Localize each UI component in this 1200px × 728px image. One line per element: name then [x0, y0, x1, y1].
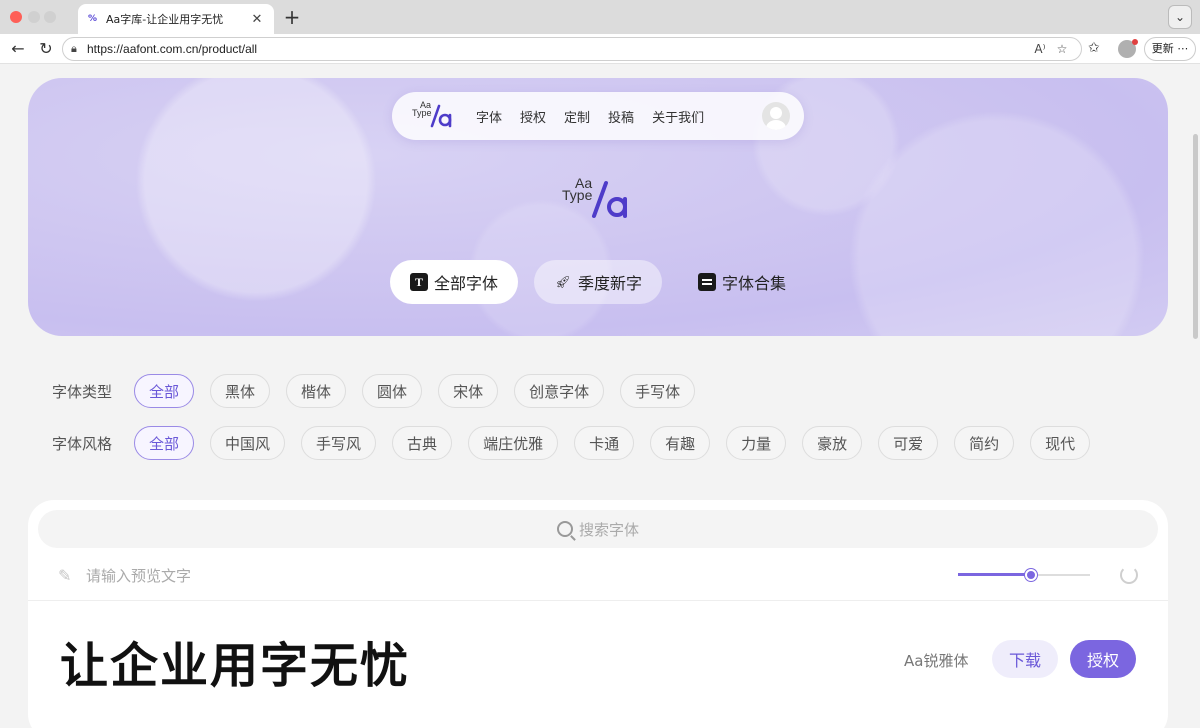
chip-style-classic[interactable]: 古典: [392, 426, 453, 460]
back-arrow-icon[interactable]: ←: [8, 39, 28, 58]
close-tab-icon[interactable]: ✕: [250, 12, 264, 27]
filter-type-label: 字体类型: [52, 382, 113, 401]
notification-dot: [1132, 39, 1138, 45]
chip-style-chinese[interactable]: 中国风: [210, 426, 286, 460]
lock-icon: 🔒︎: [71, 42, 77, 55]
chip-style-power[interactable]: 力量: [726, 426, 787, 460]
read-aloud-icon[interactable]: A⁾: [1029, 42, 1051, 56]
search-placeholder: 搜索字体: [578, 520, 639, 539]
browser-tab-bar: % Aa字库-让企业用字无忧 ✕ + ⌄: [0, 0, 1200, 34]
font-name[interactable]: Aa锐雅体: [904, 650, 968, 671]
filter-style-label: 字体风格: [52, 434, 113, 453]
top-nav: Aa Type 字体 授权 定制 投稿 关于我们: [392, 92, 804, 140]
chip-style-handwritten[interactable]: 手写风: [301, 426, 377, 460]
chip-type-kai[interactable]: 楷体: [286, 374, 347, 408]
browser-tab[interactable]: % Aa字库-让企业用字无忧 ✕: [78, 4, 274, 34]
chip-style-elegant[interactable]: 端庄优雅: [468, 426, 559, 460]
hero-banner: Aa Type 字体 授权 定制 投稿 关于我们 Aa Type T 全部字体 …: [28, 78, 1168, 336]
close-window-button[interactable]: [10, 11, 22, 23]
chip-style-bold[interactable]: 豪放: [802, 426, 863, 460]
new-tab-button[interactable]: +: [282, 5, 302, 29]
chip-type-handwriting[interactable]: 手写体: [620, 374, 696, 408]
reload-icon[interactable]: ↻: [36, 39, 56, 58]
search-input[interactable]: 搜索字体: [38, 510, 1158, 548]
site-favicon-icon: %: [88, 14, 98, 24]
preview-text-input[interactable]: 请输入预览文字: [86, 565, 958, 586]
text-t-icon: T: [410, 273, 428, 291]
chip-type-yuan[interactable]: 圆体: [362, 374, 423, 408]
slider-fill: [958, 573, 1031, 576]
hero-logo: Aa Type: [562, 176, 634, 224]
download-button[interactable]: 下载: [992, 640, 1058, 678]
tab-new-season[interactable]: 🚀︎ 季度新字: [534, 260, 663, 304]
logo-mark-icon: [430, 104, 452, 128]
nav-link-fonts[interactable]: 字体: [476, 107, 502, 126]
nav-link-submit[interactable]: 投稿: [608, 107, 634, 126]
license-button[interactable]: 授权: [1070, 640, 1136, 678]
chip-style-fun[interactable]: 有趣: [650, 426, 711, 460]
list-card-icon: [698, 273, 717, 291]
font-size-slider[interactable]: [958, 568, 1090, 582]
tab-collections[interactable]: 字体合集: [678, 260, 806, 304]
tab-collections-label: 字体合集: [722, 274, 787, 293]
tab-all-fonts[interactable]: T 全部字体: [390, 260, 519, 304]
pencil-icon: ✎: [58, 565, 72, 585]
url-text[interactable]: https://aafont.com.cn/product/all: [87, 42, 1029, 56]
slider-knob[interactable]: [1024, 569, 1037, 581]
nav-link-custom[interactable]: 定制: [564, 107, 590, 126]
filter-row-style: 字体风格 全部 中国风 手写风 古典 端庄优雅 卡通 有趣 力量 豪放 可爱 简…: [52, 426, 1106, 460]
category-tabs: T 全部字体 🚀︎ 季度新字 字体合集: [390, 260, 822, 304]
chip-type-creative[interactable]: 创意字体: [514, 374, 605, 408]
maximize-window-button[interactable]: [44, 11, 56, 23]
minimize-window-button[interactable]: [28, 11, 40, 23]
filter-row-type: 字体类型 全部 黑体 楷体 圆体 宋体 创意字体 手写体: [52, 374, 711, 408]
font-sample-text[interactable]: 让企业用字无忧: [60, 626, 410, 696]
tab-new-season-label: 季度新字: [578, 274, 643, 293]
chip-type-all[interactable]: 全部: [134, 374, 195, 408]
scrollbar[interactable]: [1193, 134, 1198, 339]
chip-style-simple[interactable]: 简约: [954, 426, 1015, 460]
chip-style-all[interactable]: 全部: [134, 426, 195, 460]
search-icon: [556, 521, 573, 537]
nav-logo[interactable]: Aa Type: [412, 100, 456, 132]
divider: [28, 600, 1168, 601]
chip-style-cartoon[interactable]: 卡通: [574, 426, 635, 460]
chip-type-song[interactable]: 宋体: [438, 374, 499, 408]
nav-link-license[interactable]: 授权: [520, 107, 546, 126]
tab-title: Aa字库-让企业用字无忧: [106, 13, 224, 26]
browser-toolbar: ← ↻ 🔒︎ https://aafont.com.cn/product/all…: [0, 34, 1200, 64]
hero-logo-mark-icon: [592, 181, 627, 218]
rocket-icon: 🚀︎: [555, 275, 571, 289]
favorites-icon[interactable]: ✩: [1088, 40, 1100, 56]
font-list-panel: 搜索字体 ✎ 请输入预览文字 让企业用字无忧 Aa锐雅体 下载 授权: [28, 500, 1168, 728]
favorite-star-icon[interactable]: ☆: [1051, 42, 1073, 56]
nav-links: 字体 授权 定制 投稿 关于我们: [476, 107, 762, 126]
tab-all-fonts-label: 全部字体: [434, 274, 499, 293]
tab-list-dropdown-button[interactable]: ⌄: [1168, 5, 1192, 29]
nav-link-about[interactable]: 关于我们: [652, 107, 704, 126]
chip-style-cute[interactable]: 可爱: [878, 426, 939, 460]
user-avatar[interactable]: [762, 102, 790, 130]
page-content: Aa Type 字体 授权 定制 投稿 关于我们 Aa Type T 全部字体 …: [0, 64, 1200, 728]
address-bar[interactable]: 🔒︎ https://aafont.com.cn/product/all A⁾ …: [62, 37, 1082, 61]
preview-row: ✎ 请输入预览文字: [58, 560, 1138, 590]
update-button[interactable]: 更新 ⋯: [1144, 37, 1196, 61]
reset-icon[interactable]: [1120, 566, 1138, 584]
chip-type-hei[interactable]: 黑体: [210, 374, 271, 408]
chip-style-modern[interactable]: 现代: [1030, 426, 1091, 460]
